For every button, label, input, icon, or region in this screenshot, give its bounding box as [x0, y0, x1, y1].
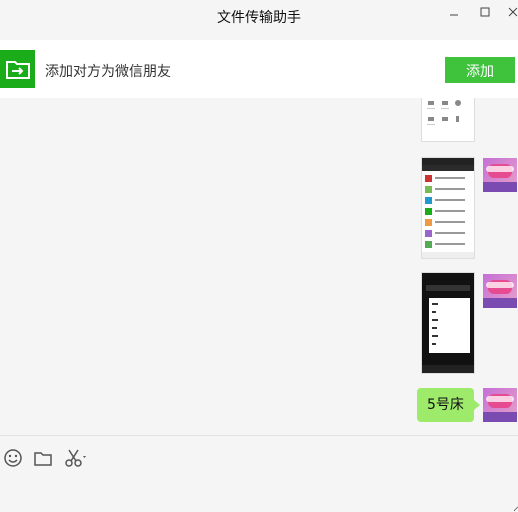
- image-thumbnail: [427, 100, 461, 125]
- chat-area[interactable]: 5号床: [0, 98, 518, 435]
- text-message[interactable]: 5号床: [417, 388, 480, 422]
- add-friend-button[interactable]: 添加: [445, 57, 515, 83]
- image-message[interactable]: [421, 157, 475, 259]
- maximize-button[interactable]: [474, 4, 496, 24]
- minimize-button[interactable]: [443, 4, 465, 24]
- close-icon: [508, 7, 518, 17]
- title-bar: 文件传输助手: [0, 0, 518, 32]
- image-message[interactable]: [421, 272, 475, 374]
- avatar[interactable]: [483, 158, 517, 192]
- banner-text: 添加对方为微信朋友: [45, 64, 171, 80]
- scissors-icon[interactable]: [64, 448, 90, 470]
- emoji-icon[interactable]: [3, 448, 25, 470]
- maximize-icon: [480, 7, 490, 17]
- message-input[interactable]: [0, 478, 518, 512]
- image-message[interactable]: [421, 98, 475, 142]
- folder-icon[interactable]: [33, 448, 55, 470]
- input-area: [0, 436, 518, 512]
- close-button[interactable]: [502, 4, 518, 24]
- minimize-icon: [450, 14, 458, 16]
- add-friend-banner: 添加对方为微信朋友 添加: [0, 40, 518, 98]
- image-thumbnail: [422, 273, 474, 373]
- forward-folder-icon: [0, 50, 35, 88]
- avatar[interactable]: [483, 388, 517, 422]
- window-title: 文件传输助手: [217, 10, 301, 26]
- image-thumbnail: [422, 158, 474, 258]
- avatar[interactable]: [483, 274, 517, 308]
